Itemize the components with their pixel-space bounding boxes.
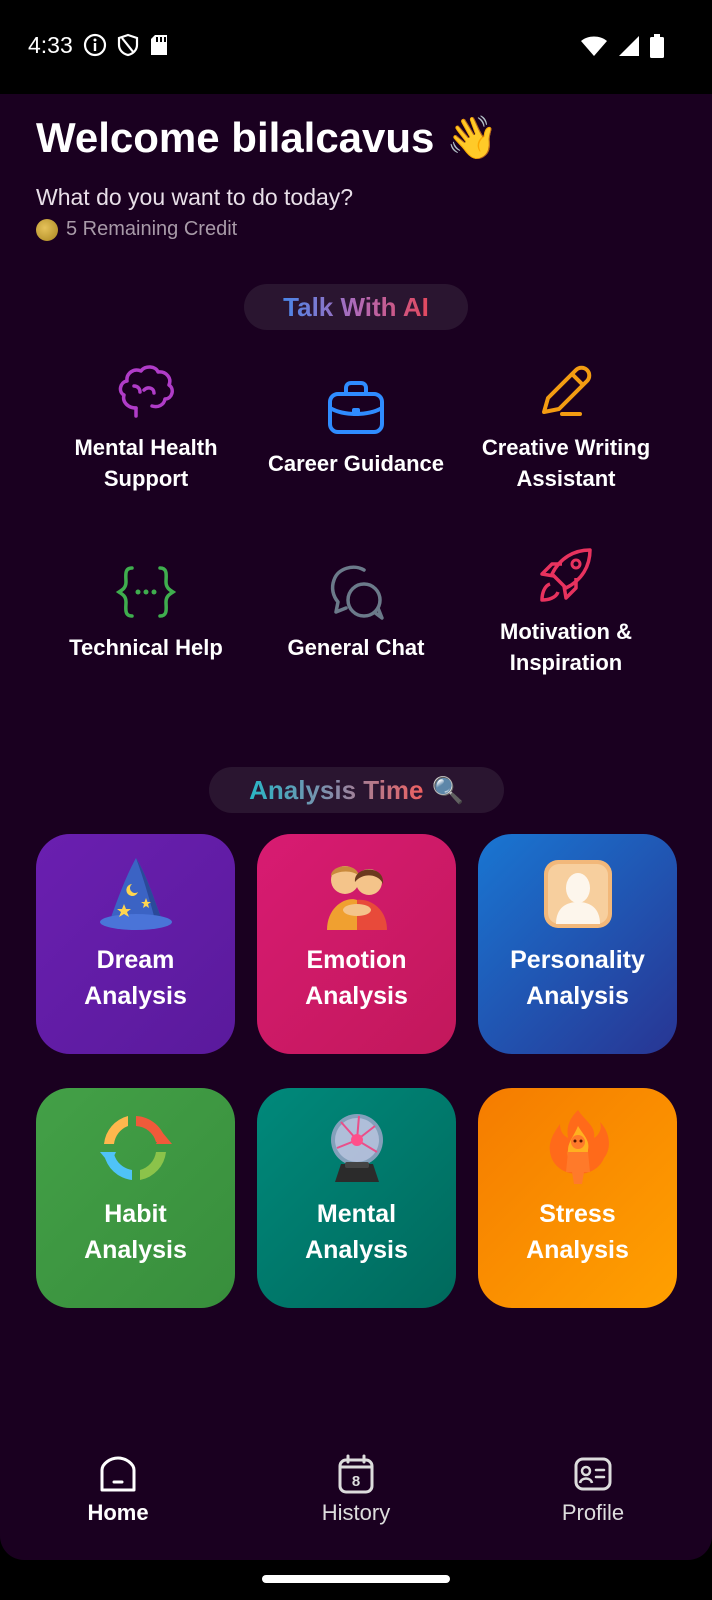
hugging-people-icon — [326, 866, 387, 930]
stress-analysis-label: Stress Analysis — [526, 1200, 629, 1264]
talk-with-ai-header: Talk With AI — [244, 284, 468, 330]
nav-history[interactable]: 8 History — [276, 1454, 436, 1526]
motivation-inspiration-label: Motivation & Inspiration — [500, 619, 632, 675]
habit-analysis-label: Habit Analysis — [84, 1200, 187, 1264]
credit-label: 5 Remaining Credit — [66, 218, 238, 240]
creative-writing-assistant-label: Creative Writing Assistant — [481, 435, 651, 491]
sd-card-icon — [151, 35, 167, 55]
id-card-icon — [574, 1457, 612, 1491]
brain-icon — [118, 365, 174, 418]
briefcase-icon — [328, 381, 384, 434]
mental-health-support-label: Mental Health Support — [74, 435, 218, 491]
emotion-analysis-card[interactable]: Emotion Analysis — [257, 834, 456, 1054]
person-silhouette-icon — [543, 860, 612, 928]
status-bar: 4:33 — [0, 0, 712, 94]
emotion-analysis-label: Emotion Analysis — [305, 946, 408, 1010]
career-guidance-label: Career Guidance — [267, 451, 445, 476]
creative-writing-assistant-item[interactable]: Creative Writing Assistant — [466, 360, 666, 494]
nav-home-label: Home — [87, 1500, 149, 1525]
cycle-arrows-icon — [99, 1116, 172, 1180]
mental-analysis-card[interactable]: Mental Analysis — [257, 1088, 456, 1308]
general-chat-item[interactable]: General Chat — [256, 560, 456, 663]
pencil-icon — [542, 365, 592, 416]
calendar-day-number: 8 — [352, 1473, 360, 1490]
wizard-hat-icon — [99, 858, 172, 930]
home-screen: Welcome bilalcavus 👋 What do you want to… — [0, 94, 712, 1560]
talk-with-ai-title: Talk With AI — [283, 291, 429, 322]
wifi-icon — [581, 36, 607, 56]
mental-analysis-label: Mental Analysis — [305, 1200, 408, 1264]
personality-analysis-label: Personality Analysis — [510, 946, 645, 1010]
motivation-inspiration-item[interactable]: Motivation & Inspiration — [466, 544, 666, 678]
mental-health-support-item[interactable]: Mental Health Support — [46, 360, 246, 494]
chat-bubbles-icon — [330, 565, 384, 620]
home-icon — [100, 1456, 136, 1492]
stress-analysis-card[interactable]: Stress Analysis — [478, 1088, 677, 1308]
rocket-icon — [540, 548, 592, 602]
calendar-icon: 8 — [338, 1454, 374, 1494]
battery-icon — [650, 34, 664, 58]
bottom-navigation: Home 8 History Profile — [0, 1424, 712, 1560]
analysis-time-header: Analysis Time 🔍 — [209, 767, 504, 813]
home-indicator[interactable] — [262, 1575, 450, 1583]
nav-home[interactable]: Home — [38, 1454, 198, 1526]
signal-icon — [619, 36, 639, 56]
technical-help-item[interactable]: Technical Help — [46, 560, 246, 663]
credit-info: 5 Remaining Credit — [36, 218, 237, 241]
shield-icon — [117, 33, 139, 57]
code-braces-icon — [115, 566, 177, 618]
personality-analysis-card[interactable]: Personality Analysis — [478, 834, 677, 1054]
info-icon — [83, 33, 107, 57]
magnifier-emoji: 🔍 — [431, 774, 464, 805]
analysis-time-title: Analysis Time — [249, 774, 424, 805]
technical-help-label: Technical Help — [69, 635, 223, 660]
status-time: 4:33 — [28, 32, 73, 58]
career-guidance-item[interactable]: Career Guidance — [256, 376, 456, 479]
general-chat-label: General Chat — [287, 635, 425, 660]
plasma-ball-icon — [330, 1114, 383, 1182]
habit-analysis-card[interactable]: Habit Analysis — [36, 1088, 235, 1308]
nav-profile-label: Profile — [561, 1500, 625, 1525]
fire-person-icon — [549, 1110, 609, 1184]
welcome-subtitle: What do you want to do today? — [36, 184, 354, 210]
dream-analysis-label: Dream Analysis — [84, 946, 187, 1010]
dream-analysis-card[interactable]: Dream Analysis — [36, 834, 235, 1054]
welcome-title: Welcome bilalcavus 👋 — [36, 114, 499, 161]
nav-profile[interactable]: Profile — [513, 1454, 673, 1526]
nav-history-label: History — [321, 1500, 391, 1525]
coin-icon — [36, 218, 58, 241]
